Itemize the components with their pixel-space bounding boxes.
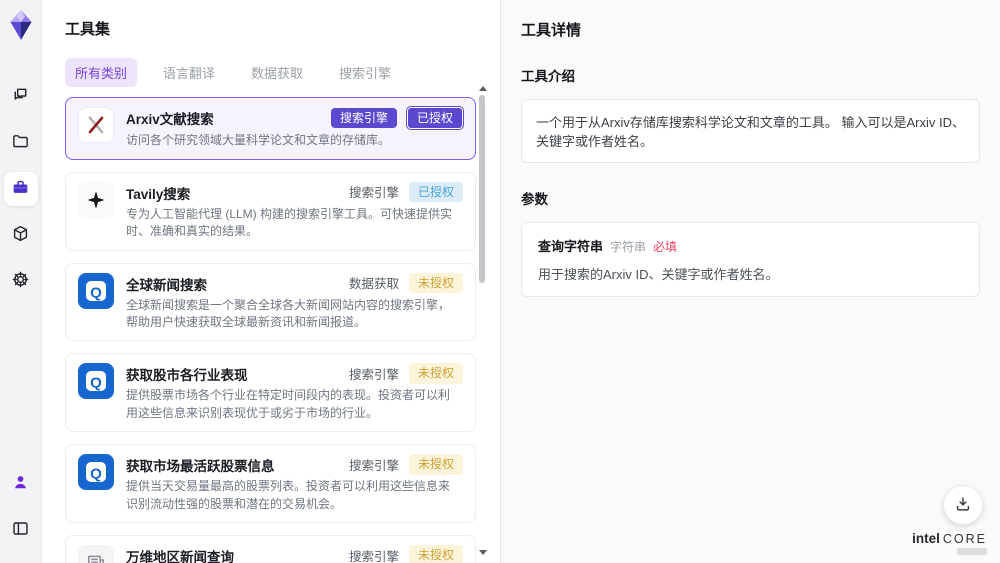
intro-text: 一个用于从Arxiv存储库搜索科学论文和文章的工具。 输入可以是Arxiv ID…: [521, 99, 980, 163]
sidebar-item-files[interactable]: [4, 126, 38, 160]
scroll-down-arrow[interactable]: [478, 550, 487, 555]
tool-card-active-stocks[interactable]: Q 获取市场最活跃股票信息 搜索引擎 未授权 提供当天交易量最高的股票列表。投资…: [65, 444, 476, 523]
arxiv-icon: [78, 107, 114, 143]
tool-name: 全球新闻搜索: [126, 277, 207, 293]
tool-description: 专为人工智能代理 (LLM) 构建的搜索引擎工具。可快速提供实时、准确和真实的结…: [126, 206, 453, 239]
tool-body: 全球新闻搜索 数据获取 未授权 全球新闻搜索是一个聚合全球各大新闻网站内容的搜索…: [126, 272, 463, 332]
tool-list-panel: 工具集 所有类别 语言翻译 数据获取 搜索引擎 Arxiv文献搜索 搜索引擎 已…: [42, 0, 500, 563]
auth-badge: 未授权: [408, 272, 463, 293]
param-description: 用于搜索的Arxiv ID、关键字或作者姓名。: [538, 267, 779, 282]
intel-ultra-badge: [957, 548, 987, 555]
svg-text:Q: Q: [90, 284, 102, 301]
news-q-icon: Q: [78, 454, 114, 491]
app-window: 工具集 所有类别 语言翻译 数据获取 搜索引擎 Arxiv文献搜索 搜索引擎 已…: [0, 0, 1000, 563]
svg-text:Q: Q: [90, 375, 102, 392]
auth-badge: 已授权: [406, 107, 463, 130]
news-q-icon: Q: [78, 272, 114, 309]
sidebar-item-chat[interactable]: [4, 80, 38, 114]
tool-card-list: Arxiv文献搜索 搜索引擎 已授权 访问各个研究领域大量科学论文和文章的存储库…: [65, 97, 500, 563]
parameter-card: 查询字符串 字符串 必填 用于搜索的Arxiv ID、关键字或作者姓名。: [521, 222, 980, 297]
tool-card-global-news[interactable]: Q 全球新闻搜索 数据获取 未授权 全球新闻搜索是一个聚合全球各大新闻网站内容的…: [65, 262, 476, 342]
sidebar: [0, 0, 42, 563]
tool-name: 获取市场最活跃股票信息: [126, 459, 275, 475]
user-icon: [11, 473, 30, 495]
auth-badge: 未授权: [408, 454, 463, 475]
app-logo-icon: [6, 8, 36, 42]
category-label: 搜索引擎: [348, 458, 399, 473]
tool-detail-panel: 工具详情 工具介绍 一个用于从Arxiv存储库搜索科学论文和文章的工具。 输入可…: [500, 0, 1000, 563]
tool-description: 全球新闻搜索是一个聚合全球各大新闻网站内容的搜索引擎，帮助用户快速获取全球最新资…: [126, 297, 451, 329]
download-icon: [954, 495, 972, 516]
tool-card-arxiv[interactable]: Arxiv文献搜索 搜索引擎 已授权 访问各个研究领域大量科学论文和文章的存储库…: [65, 97, 476, 160]
tool-card-stock-sectors[interactable]: Q 获取股市各行业表现 搜索引擎 未授权 提供股票市场各个行业在特定时间段内的表…: [65, 353, 476, 433]
auth-badge: 未授权: [408, 544, 463, 563]
tab-data-fetch[interactable]: 数据获取: [241, 58, 313, 87]
params-heading: 参数: [521, 192, 548, 207]
tool-description: 提供当天交易量最高的股票列表。投资者可以利用这些信息来识别流动性强的股票和潜在的…: [126, 479, 451, 511]
param-required-badge: 必填: [653, 240, 678, 254]
sidebar-bottom: [4, 461, 38, 553]
cube-icon: [11, 224, 30, 246]
tool-name: 万维地区新闻查询: [126, 549, 234, 563]
tool-card-tavily[interactable]: Tavily搜索 搜索引擎 已授权 专为人工智能代理 (LLM) 构建的搜索引擎…: [65, 171, 476, 251]
auth-badge: 已授权: [408, 181, 463, 203]
page-title: 工具集: [65, 21, 111, 38]
auth-badge: 未授权: [408, 363, 463, 384]
newspaper-icon: [78, 544, 114, 563]
tab-language-translation[interactable]: 语言翻译: [153, 58, 225, 87]
panel-toggle-icon: [11, 519, 30, 541]
param-name: 查询字符串: [538, 239, 604, 254]
sidebar-item-account[interactable]: [4, 467, 38, 501]
tool-body: 获取股市各行业表现 搜索引擎 未授权 提供股票市场各个行业在特定时间段内的表现。…: [126, 363, 463, 422]
tool-name: Arxiv文献搜索: [126, 112, 214, 127]
sidebar-item-settings[interactable]: [4, 264, 38, 298]
brand-intel: intel: [912, 531, 940, 546]
news-q-icon: Q: [78, 363, 114, 400]
svg-text:Q: Q: [90, 465, 102, 482]
detail-title: 工具详情: [521, 22, 582, 39]
tool-body: Arxiv文献搜索 搜索引擎 已授权 访问各个研究领域大量科学论文和文章的存储库…: [126, 107, 463, 150]
category-label: 数据获取: [348, 277, 399, 292]
category-label: 搜索引擎: [348, 186, 399, 201]
sidebar-item-packages[interactable]: [4, 218, 38, 252]
tool-body: 获取市场最活跃股票信息 搜索引擎 未授权 提供当天交易量最高的股票列表。投资者可…: [126, 454, 463, 513]
download-button[interactable]: [943, 485, 983, 525]
corner-actions: intel core: [912, 485, 987, 555]
tool-description: 访问各个研究领域大量科学论文和文章的存储库。: [126, 133, 391, 148]
tool-card-regional-news[interactable]: 万维地区新闻查询 搜索引擎 未授权 查询具体行政区划内的新闻，快速了解各地新闻动…: [65, 534, 476, 563]
list-scrollbar: [478, 86, 487, 555]
param-type: 字符串: [610, 240, 647, 254]
tab-search-engine[interactable]: 搜索引擎: [329, 58, 401, 87]
category-label: 搜索引擎: [348, 549, 399, 563]
sidebar-item-collapse[interactable]: [4, 513, 38, 547]
sparkle-icon: [78, 181, 114, 218]
category-label: 搜索引擎: [348, 368, 399, 383]
toolbox-icon: [11, 178, 30, 200]
tool-body: 万维地区新闻查询 搜索引擎 未授权 查询具体行政区划内的新闻，快速了解各地新闻动…: [126, 544, 463, 563]
category-tabs: 所有类别 语言翻译 数据获取 搜索引擎: [65, 58, 500, 87]
chat-icon: [11, 86, 30, 108]
intro-heading: 工具介绍: [521, 69, 575, 84]
brand-core: core: [942, 532, 987, 546]
tool-description: 提供股票市场各个行业在特定时间段内的表现。投资者可以利用这些信息来识别表现优于或…: [126, 388, 451, 420]
scroll-up-arrow[interactable]: [478, 86, 487, 91]
tool-name: 获取股市各行业表现: [126, 368, 248, 384]
tool-name: Tavily搜索: [126, 186, 191, 202]
category-badge: 搜索引擎: [330, 108, 397, 129]
folder-icon: [11, 132, 30, 154]
sidebar-item-tools[interactable]: [3, 172, 38, 206]
tool-body: Tavily搜索 搜索引擎 已授权 专为人工智能代理 (LLM) 构建的搜索引擎…: [126, 181, 463, 241]
intel-core-logo: intel core: [912, 531, 987, 546]
gear-icon: [11, 270, 30, 292]
scrollbar-thumb[interactable]: [479, 95, 485, 283]
tab-all-categories[interactable]: 所有类别: [65, 58, 138, 87]
